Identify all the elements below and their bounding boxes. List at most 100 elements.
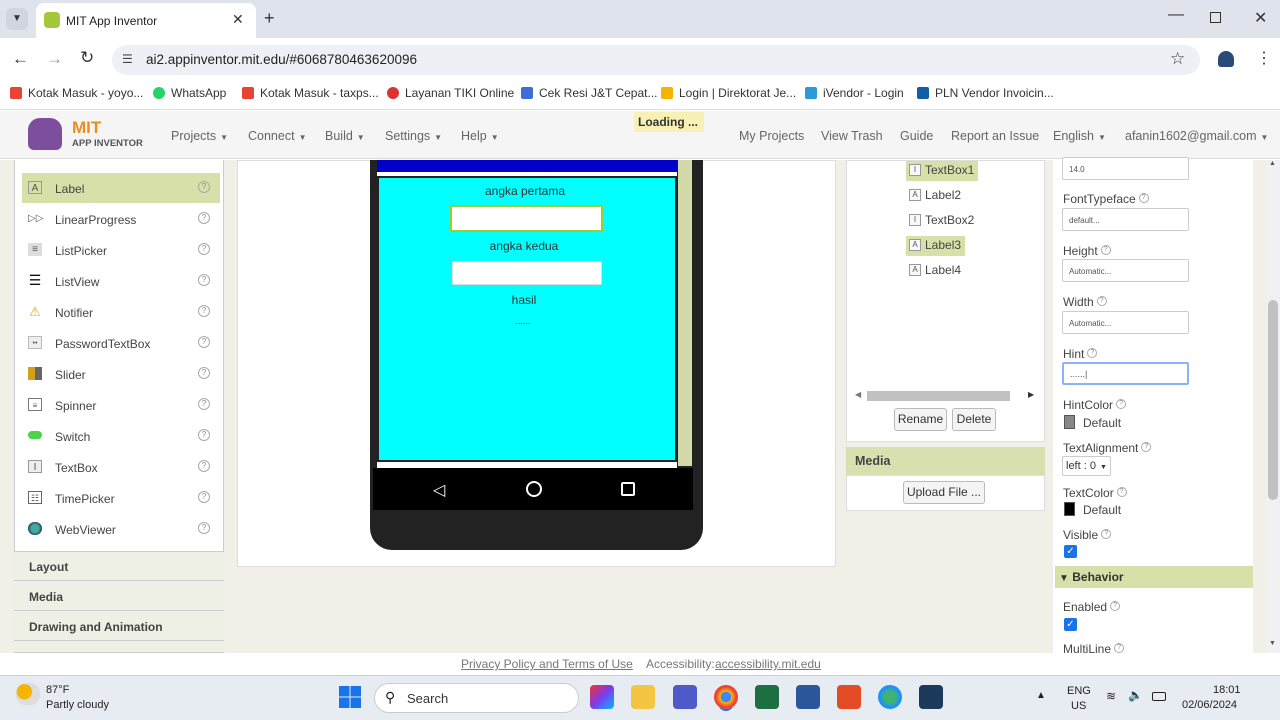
palette-item-webviewer[interactable]: WebViewer? [22,514,220,544]
palette-section-partial[interactable] [14,641,224,653]
bookmark-direktorat[interactable]: Login | Direktorat Je... [661,86,796,100]
help-icon[interactable]: ? [198,274,210,286]
bookmark-whatsapp[interactable]: WhatsApp [153,86,226,100]
bookmark-pln[interactable]: PLN Vendor Invoicin... [917,86,1054,100]
menu-help[interactable]: Help ▼ [461,129,499,143]
help-icon[interactable]: ? [1116,487,1127,497]
fonttypeface-input[interactable]: default... [1062,208,1189,231]
reload-icon[interactable]: ↻ [80,48,94,68]
address-bar[interactable]: ☰ ai2.appinventor.mit.edu/#6068780463620… [112,45,1200,75]
palette-item-switch[interactable]: Switch? [22,421,220,451]
help-icon[interactable]: ? [1087,348,1098,358]
help-icon[interactable]: ? [1138,193,1149,203]
help-icon[interactable]: ? [1096,296,1107,306]
copilot-icon[interactable] [590,685,614,709]
textcolor-swatch[interactable] [1064,502,1075,516]
help-icon[interactable]: ? [198,336,210,348]
account-menu[interactable]: afanin1602@gmail.com ▼ [1125,129,1268,143]
clock-time[interactable]: 18:01 [1213,684,1241,696]
minimize-icon[interactable]: — [1168,6,1184,24]
menu-connect[interactable]: Connect ▼ [248,129,306,143]
hintcolor-value[interactable]: Default [1083,416,1121,430]
delete-button[interactable]: Delete [952,408,996,431]
bookmark-gmail-2[interactable]: Kotak Masuk - taxps... [242,86,379,100]
bookmark-star-icon[interactable]: ☆ [1170,49,1185,69]
help-icon[interactable]: ? [198,429,210,441]
screen-label2[interactable]: angka kedua [444,239,604,253]
palette-item-passwordtextbox[interactable]: •• PasswordTextBox? [22,328,220,358]
palette-section-media[interactable]: Media [14,583,224,611]
volume-icon[interactable]: 🔈 [1128,688,1143,702]
menu-build[interactable]: Build ▼ [325,129,365,143]
palette-item-timepicker[interactable]: ☷ TimePicker? [22,483,220,513]
palette-item-label[interactable]: A Label? [22,173,220,203]
upload-file-button[interactable]: Upload File ... [903,481,985,504]
menu-dots-icon[interactable]: ⋮ [1256,48,1272,68]
battery-icon[interactable] [1152,692,1166,701]
behavior-section[interactable]: ▼ Behavior [1055,566,1253,588]
screen-textbox2[interactable] [452,261,602,285]
palette-section-layout[interactable]: Layout [14,553,224,581]
edge-icon[interactable] [878,685,902,709]
help-icon[interactable]: ? [198,398,210,410]
help-icon[interactable]: ? [1141,442,1152,452]
help-icon[interactable]: ? [198,522,210,534]
clock-date[interactable]: 02/06/2024 [1182,699,1237,711]
height-input[interactable]: Automatic... [1062,259,1189,282]
close-window-icon[interactable]: ✕ [1254,8,1267,28]
help-icon[interactable]: ? [198,491,210,503]
tree-item-textbox2[interactable]: I TextBox2 [906,211,978,231]
screen-textbox1[interactable] [450,205,603,232]
file-explorer-icon[interactable] [631,685,655,709]
help-icon[interactable]: ? [198,243,210,255]
palette-item-slider[interactable]: Slider? [22,359,220,389]
site-info-icon[interactable]: ☰ [122,52,133,66]
acrobat-icon[interactable] [837,685,861,709]
help-icon[interactable]: ? [1100,245,1111,255]
weather-temp[interactable]: 87°F [46,684,69,696]
bookmark-jnt[interactable]: Cek Resi J&T Cepat... [521,86,658,100]
hintcolor-swatch[interactable] [1064,415,1075,429]
teams-icon[interactable] [673,685,697,709]
terminal-icon[interactable] [919,685,943,709]
palette-item-listpicker[interactable]: ≡ ListPicker? [22,235,220,265]
back-icon[interactable]: ← [12,49,29,69]
weather-icon[interactable] [16,683,40,705]
new-tab-button[interactable]: + [264,8,275,29]
screen-label3[interactable]: hasil [444,293,604,307]
maximize-icon[interactable] [1210,12,1221,23]
profile-icon[interactable] [1218,51,1234,67]
link-view-trash[interactable]: View Trash [821,129,883,143]
language-menu[interactable]: English ▼ [1053,129,1106,143]
rename-button[interactable]: Rename [894,408,947,431]
tree-item-textbox1[interactable]: I TextBox1 [906,161,979,181]
fontsize-input[interactable]: 14.0 [1062,157,1189,180]
accessibility-link[interactable]: accessibility.mit.edu [715,657,821,671]
help-icon[interactable]: ? [1114,643,1125,653]
bookmark-tiki[interactable]: Layanan TIKI Online [387,86,514,100]
screen-label4[interactable]: ...... [443,316,603,326]
chrome-icon[interactable] [714,685,738,709]
menu-settings[interactable]: Settings ▼ [385,129,442,143]
scroll-right-icon[interactable]: ▶ [1028,390,1034,399]
help-icon[interactable]: ? [198,367,210,379]
enabled-checkbox[interactable]: ✓ [1064,618,1077,631]
close-tab-icon[interactable]: ✕ [232,11,244,28]
tab-list-button[interactable]: ▼ [6,8,28,30]
excel-icon[interactable] [755,685,779,709]
help-icon[interactable]: ? [198,212,210,224]
help-icon[interactable]: ? [1116,399,1127,409]
textalignment-select[interactable]: left : 0 ▼ [1062,456,1111,476]
menu-projects[interactable]: Projects ▼ [171,129,228,143]
word-icon[interactable] [796,685,820,709]
scroll-up-icon[interactable]: ▲ [1269,160,1276,167]
palette-item-spinner[interactable]: ≡ Spinner? [22,390,220,420]
palette-item-listview[interactable]: ☰ ListView? [22,266,220,296]
visible-checkbox[interactable]: ✓ [1064,545,1077,558]
windows-start-icon[interactable] [339,686,361,708]
privacy-link[interactable]: Privacy Policy and Terms of Use [461,657,633,671]
scroll-down-icon[interactable]: ▼ [1269,640,1276,647]
language-top[interactable]: ENG [1067,685,1091,697]
palette-item-notifier[interactable]: ⚠ Notifier? [22,297,220,327]
help-icon[interactable]: ? [198,460,210,472]
